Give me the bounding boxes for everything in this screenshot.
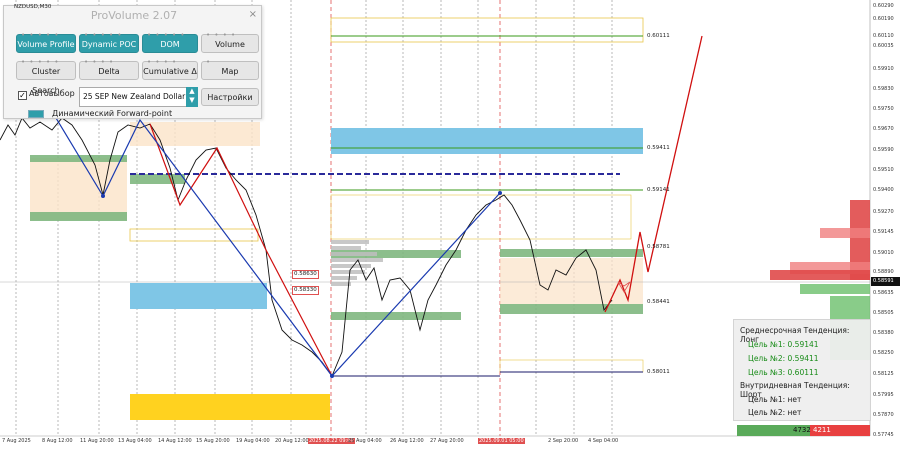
price-axis-label: 0.58505 [873,310,894,316]
level-tag: 0.58441 [647,299,670,305]
price-axis-label: 0.59910 [873,66,894,72]
price-axis-label: 0.59010 [873,250,894,256]
price-axis-label: 0.59270 [873,209,894,215]
price-axis-label: 0.60190 [873,16,894,22]
color-swatch[interactable] [28,110,44,118]
time-axis-label: 14 Aug 12:00 [158,438,192,444]
forward-point-label: Динамический Forward-point [52,109,173,118]
price-axis-label: 0.58380 [873,330,894,336]
level-tag: 0.58630 [292,270,319,279]
price-axis-label: 0.59510 [873,167,894,173]
sell-volume-value: 4211 [813,426,831,434]
time-axis-label: 25 Aug 04:00 [348,438,382,444]
time-axis-label: 11 Aug 20:00 [80,438,114,444]
medium-target-1: Цель №1: 0.59141 [748,340,819,349]
map-button[interactable]: • Map [201,59,259,80]
time-axis-label: 15 Aug 20:00 [196,438,230,444]
cumulative-delta-button[interactable]: • • • • Cumulative Δ [142,59,198,80]
time-axis-label: 20 Aug 12:00 [275,438,309,444]
symbol-label: NZDUSD,M30 [14,4,52,10]
price-axis-label: 0.60290 [873,3,894,9]
level-tag: 0.58781 [647,244,670,250]
time-axis-label: 4 Sep 04:00 [588,438,619,444]
current-price-label: 0.58591 [873,278,894,284]
trend-panel: Среднесрочная Тенденция: Лонг Цель №1: 0… [733,319,871,421]
time-axis-label: 19 Aug 04:00 [236,438,270,444]
price-axis-label: 0.59830 [873,86,894,92]
intraday-target-2: Цель №2: нет [748,408,802,417]
level-tag: 0.58330 [292,286,319,295]
dom-button[interactable]: • • • • • DOM [142,32,198,53]
auto-select-checkbox[interactable]: ✓ [18,91,27,100]
level-tag: 0.60111 [647,33,670,39]
time-axis-label: 27 Aug 20:00 [430,438,464,444]
time-axis-label: 26 Aug 12:00 [390,438,424,444]
panel-title: ProVolume 2.07 [90,9,178,22]
price-axis-label: 0.58250 [873,350,894,356]
time-axis-label: 2025.09.01 05:00 [478,438,525,444]
level-tag: 0.59141 [647,187,670,193]
chevron-updown-icon[interactable]: ▲ ▼ [186,87,198,107]
price-axis-label: 0.58635 [873,290,894,296]
price-axis-label: 0.60110 [873,33,894,39]
time-axis-label: 8 Aug 12:00 [42,438,73,444]
instrument-select[interactable]: 25 SEP New Zealand Dollar [79,87,187,107]
price-axis-label: 0.57870 [873,412,894,418]
price-axis-label: 0.59145 [873,229,894,235]
price-axis-label: 0.59400 [873,187,894,193]
provolume-panel[interactable]: ProVolume 2.07 × • • • • • Volume Profile… [3,5,262,119]
buy-volume-value: 4732 [793,426,811,434]
price-axis-label: 0.57745 [873,432,894,438]
level-tag: 0.58011 [647,369,670,375]
close-icon[interactable]: × [249,9,257,20]
price-axis-label: 0.58890 [873,269,894,275]
cluster-search-button[interactable]: • • • • • Cluster Search [16,59,76,95]
price-axis-label: 0.57995 [873,392,894,398]
time-axis-label: 13 Aug 04:00 [118,438,152,444]
level-tag: 0.59411 [647,145,670,151]
time-axis-label: 2 Sep 20:00 [548,438,579,444]
medium-target-2: Цель №2: 0.59411 [748,354,819,363]
volume-profile-button[interactable]: • • • • • Volume Profile [16,32,76,53]
settings-button[interactable]: Настройки [201,88,259,106]
intraday-target-1: Цель №1: нет [748,395,802,404]
price-axis-label: 0.59670 [873,126,894,132]
delta-button[interactable]: • • • • Delta [79,59,139,80]
price-axis-label: 0.59750 [873,106,894,112]
dynamic-poc-button[interactable]: • • • • • Dynamic POC [79,32,139,53]
medium-target-3: Цель №3: 0.60111 [748,368,819,377]
price-axis-label: 0.58125 [873,371,894,377]
price-axis-label: 0.60035 [873,43,894,49]
time-axis-label: 7 Aug 2025 [2,438,31,444]
auto-select-label: Автовыбор [29,89,75,98]
volume-button[interactable]: • • • • Volume [201,32,259,53]
price-axis-label: 0.59590 [873,147,894,153]
